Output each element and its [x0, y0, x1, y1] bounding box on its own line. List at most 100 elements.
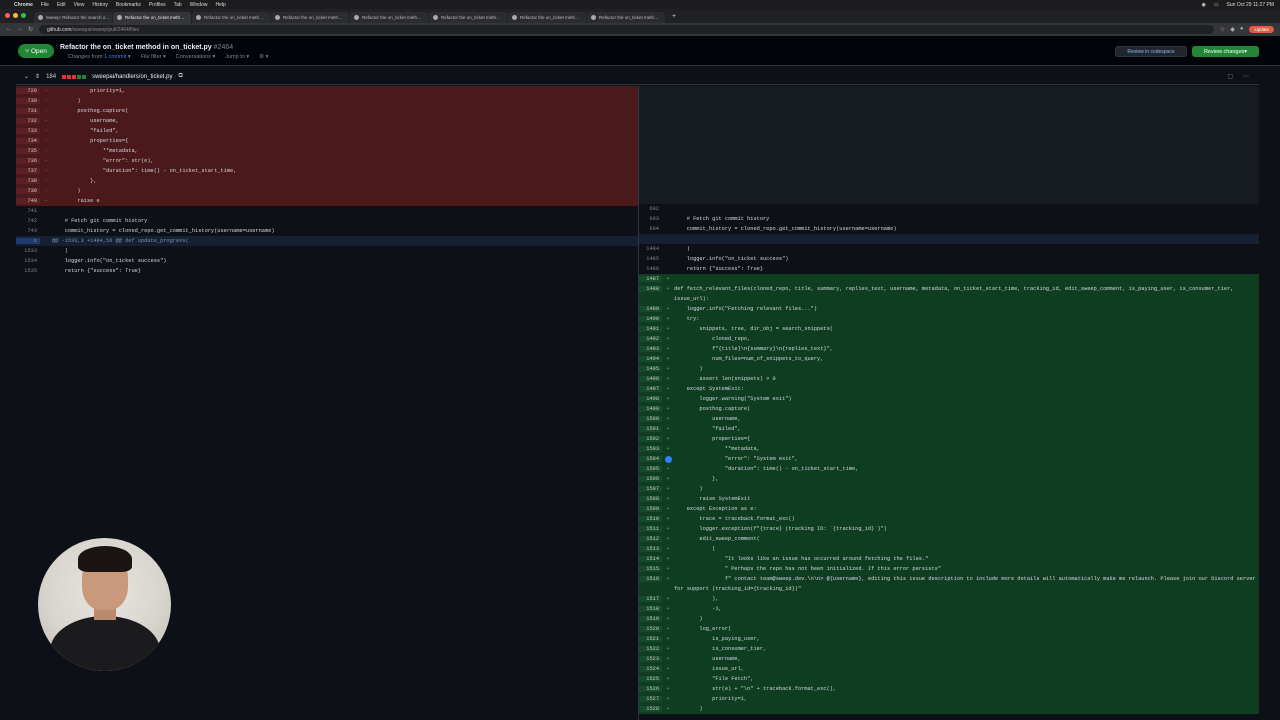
line-number[interactable]: 742 — [16, 218, 40, 224]
line-number[interactable]: 1508 — [638, 496, 662, 502]
code-line[interactable]: ) — [52, 98, 638, 104]
line-number[interactable]: 733 — [16, 128, 40, 134]
code-line[interactable]: except Exception as e: — [674, 506, 1259, 512]
code-line[interactable]: "error": "System exit", — [674, 456, 1259, 462]
line-number[interactable]: 1499 — [638, 406, 662, 412]
code-line[interactable]: logger.info("Fetching relevant files..."… — [674, 306, 1259, 312]
line-number[interactable]: 1511 — [638, 526, 662, 532]
code-line[interactable]: properties={ — [674, 436, 1259, 442]
code-line[interactable]: logger.exception(f"{trace} (tracking ID:… — [674, 526, 1259, 532]
code-line[interactable]: }, — [52, 178, 638, 184]
line-number[interactable]: 694 — [638, 226, 662, 232]
code-line[interactable]: def fetch_relevant_files(cloned_repo, ti… — [674, 284, 1259, 304]
code-line[interactable]: ) — [52, 188, 638, 194]
line-number[interactable]: 738 — [16, 178, 40, 184]
line-number[interactable]: 1534 — [16, 258, 40, 264]
menu-item[interactable]: History — [92, 2, 108, 8]
code-line[interactable]: ) — [674, 246, 1259, 252]
code-line[interactable]: log_error( — [674, 626, 1259, 632]
line-number[interactable]: 739 — [16, 188, 40, 194]
code-line[interactable]: ), — [674, 596, 1259, 602]
line-number[interactable]: 1510 — [638, 516, 662, 522]
line-number[interactable]: 1523 — [638, 656, 662, 662]
code-line[interactable]: str(e) + "\n" + traceback.format_exc(), — [674, 686, 1259, 692]
code-line[interactable]: logger.info("on_ticket success") — [52, 258, 638, 264]
kebab-menu-icon[interactable]: ⋯ — [1243, 73, 1249, 80]
app-name[interactable]: Chrome — [14, 2, 33, 8]
line-number[interactable]: 731 — [16, 108, 40, 114]
line-number[interactable]: 1509 — [638, 506, 662, 512]
line-number[interactable]: 1506 — [638, 476, 662, 482]
line-number[interactable]: 1501 — [638, 426, 662, 432]
line-number[interactable]: 1495 — [638, 366, 662, 372]
code-line[interactable]: raise SystemExit — [674, 496, 1259, 502]
minimize-window-button[interactable] — [13, 13, 18, 18]
line-number[interactable]: 1518 — [638, 606, 662, 612]
line-number[interactable]: 1515 — [638, 566, 662, 572]
code-line[interactable]: raise e — [52, 198, 638, 204]
menu-item[interactable]: View — [74, 2, 85, 8]
line-number[interactable]: 1513 — [638, 546, 662, 552]
line-number[interactable]: 1524 — [638, 666, 662, 672]
wifi-icon[interactable]: ◉ — [1201, 2, 1205, 8]
browser-tab[interactable]: Refactor the on_ticket meth… — [508, 12, 586, 23]
code-line[interactable]: ) — [674, 486, 1259, 492]
file-filter-dropdown[interactable]: File filter ▾ — [141, 54, 166, 60]
line-number[interactable]: 743 — [16, 228, 40, 234]
line-number[interactable]: 693 — [638, 216, 662, 222]
code-line[interactable]: logger.info("on_ticket success") — [674, 256, 1259, 262]
code-line[interactable]: **metadata, — [52, 148, 638, 154]
line-number[interactable]: 1486 — [638, 266, 662, 272]
code-line[interactable]: }, — [674, 476, 1259, 482]
line-number[interactable]: 1487 — [638, 276, 662, 282]
code-line[interactable]: "error": str(e), — [52, 158, 638, 164]
code-line[interactable]: priority=1, — [674, 696, 1259, 702]
code-line[interactable]: username, — [674, 416, 1259, 422]
line-number[interactable]: 1500 — [638, 416, 662, 422]
close-window-button[interactable] — [5, 13, 10, 18]
review-in-codespace-button[interactable]: Review in codespace — [1115, 46, 1187, 57]
code-line[interactable]: is_paying_user, — [674, 636, 1259, 642]
line-number[interactable]: 1507 — [638, 486, 662, 492]
line-number[interactable]: 1490 — [638, 316, 662, 322]
code-line[interactable]: return {"success": True} — [674, 266, 1259, 272]
code-line[interactable]: try: — [674, 316, 1259, 322]
line-number[interactable]: 1525 — [638, 676, 662, 682]
line-number[interactable]: ⇕ — [16, 238, 40, 244]
code-line[interactable]: snippets, tree, dir_obj = search_snippet… — [674, 326, 1259, 332]
line-number[interactable]: 1498 — [638, 396, 662, 402]
line-number[interactable]: 1505 — [638, 466, 662, 472]
menu-item[interactable]: Window — [190, 2, 208, 8]
code-line[interactable]: properties={ — [52, 138, 638, 144]
line-number[interactable]: 1516 — [638, 576, 662, 582]
menu-item[interactable]: Edit — [57, 2, 66, 8]
file-path[interactable]: sweepai/handlers/on_ticket.py — [92, 74, 172, 80]
code-line[interactable]: commit_history = cloned_repo.get_commit_… — [52, 228, 638, 234]
browser-tab[interactable]: Refactor the on_ticket meth… — [113, 12, 191, 23]
line-number[interactable]: 1521 — [638, 636, 662, 642]
code-line[interactable]: "duration": time() - on_ticket_start_tim… — [52, 168, 638, 174]
line-number[interactable]: 1496 — [638, 376, 662, 382]
code-line[interactable]: logger.warning("System exit") — [674, 396, 1259, 402]
comment-icon[interactable]: ▢ — [1227, 73, 1233, 80]
extensions-icon[interactable]: ◆ — [1230, 26, 1235, 33]
line-number[interactable]: 1504 — [638, 456, 662, 462]
line-number[interactable]: 1493 — [638, 346, 662, 352]
code-line[interactable]: "File Fetch", — [674, 676, 1259, 682]
line-number[interactable]: 1527 — [638, 696, 662, 702]
forward-icon[interactable]: → — [17, 26, 23, 33]
new-tab-icon[interactable]: + — [666, 13, 682, 20]
code-line[interactable]: "It looks like an issue has occurred aro… — [674, 556, 1259, 562]
code-line[interactable]: cloned_repo, — [674, 336, 1259, 342]
code-line[interactable]: ) — [674, 706, 1259, 712]
code-line[interactable]: return {"success": True} — [52, 268, 638, 274]
battery-icon[interactable]: ▭ — [1214, 2, 1219, 8]
menu-item[interactable]: Tab — [174, 2, 182, 8]
back-icon[interactable]: ← — [6, 26, 12, 33]
expand-icon[interactable]: ⇕ — [35, 73, 40, 80]
code-line[interactable]: f" contact team@sweep.dev.\n\n> @{userna… — [674, 574, 1259, 594]
code-line[interactable]: username, — [674, 656, 1259, 662]
code-line[interactable]: priority=1, — [52, 88, 638, 94]
browser-tab[interactable]: Refactor the on_ticket meth… — [271, 12, 349, 23]
line-number[interactable]: 1533 — [16, 248, 40, 254]
